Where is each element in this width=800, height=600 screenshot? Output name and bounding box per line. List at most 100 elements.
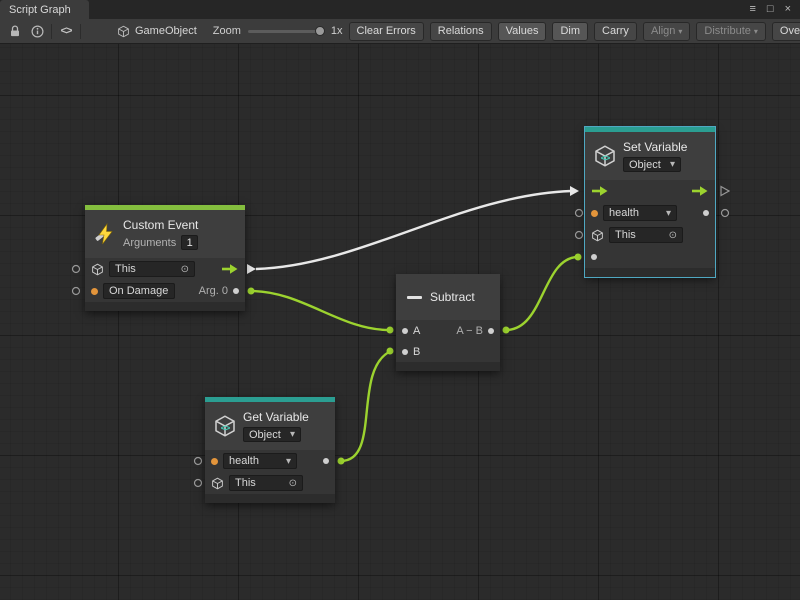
cube-icon <box>211 477 224 490</box>
object-picker-icon[interactable]: ⊙ <box>669 230 677 241</box>
port-row-target: This ⊙ <box>85 258 245 280</box>
relations-button[interactable]: Relations <box>430 22 492 41</box>
tab-script-graph[interactable]: Script Graph <box>0 0 89 19</box>
window-maximize-icon[interactable]: □ <box>767 4 774 15</box>
target-value: This <box>615 229 636 241</box>
node-footer <box>85 302 245 311</box>
node-header: Custom Event Arguments 1 <box>85 210 245 258</box>
variable-name-dropdown[interactable]: health ▾ <box>223 453 297 469</box>
port-row-flow <box>585 180 715 202</box>
chevron-down-icon: ▾ <box>678 27 682 36</box>
output-port[interactable] <box>488 328 494 334</box>
cube-icon <box>115 23 131 39</box>
tab-bar: Script Graph ≡ □ × <box>0 0 800 19</box>
arguments-input[interactable]: 1 <box>181 235 198 250</box>
zoom-slider-handle[interactable] <box>315 26 325 36</box>
cube-icon <box>91 263 104 276</box>
node-custom-event[interactable]: Custom Event Arguments 1 This ⊙ On Dama <box>85 205 245 311</box>
align-button[interactable]: Align▾ <box>643 22 690 41</box>
lock-icon[interactable] <box>7 23 23 39</box>
variable-name-value: health <box>229 455 259 467</box>
string-port-icon[interactable] <box>91 288 98 295</box>
port-row-name: health ▾ <box>205 450 335 472</box>
subtract-icon <box>407 296 422 299</box>
carry-button[interactable]: Carry <box>594 22 637 41</box>
event-name-value: On Damage <box>109 285 168 297</box>
toolbar-separator <box>80 24 81 39</box>
port-row-b: B <box>396 341 500 362</box>
node-body: health ▾ This ⊙ <box>205 450 335 494</box>
variable-cube-icon: <> <box>213 414 237 438</box>
target-field[interactable]: This ⊙ <box>109 261 195 277</box>
gameobject-selector[interactable]: GameObject <box>115 23 197 39</box>
window-menu-icon[interactable]: ≡ <box>749 4 755 15</box>
cube-icon <box>591 229 604 242</box>
flow-in-port[interactable] <box>591 185 609 197</box>
graph-toolbar: <> GameObject Zoom 1x Clear Errors Relat… <box>0 19 800 44</box>
value-out-port[interactable] <box>323 458 329 464</box>
target-field[interactable]: This ⊙ <box>609 227 683 243</box>
node-footer <box>585 268 715 277</box>
chevron-down-icon: ▾ <box>670 159 675 170</box>
flow-out-port[interactable] <box>221 263 239 275</box>
string-port-icon[interactable] <box>591 210 598 217</box>
node-header: Subtract <box>396 274 500 320</box>
distribute-button[interactable]: Distribute ▾ <box>696 22 765 41</box>
clear-errors-button[interactable]: Clear Errors <box>349 22 424 41</box>
node-title: Subtract <box>430 290 475 304</box>
input-b-label: B <box>413 346 420 358</box>
node-body: A A − B B <box>396 320 500 362</box>
distribute-label: Distribute <box>704 25 750 37</box>
node-body: health ▾ This ⊙ <box>585 180 715 268</box>
node-footer <box>396 362 500 371</box>
node-footer <box>205 494 335 503</box>
node-title: Set Variable <box>623 140 687 154</box>
chevron-down-icon: ▾ <box>754 27 758 36</box>
tab-title: Script Graph <box>9 4 71 16</box>
target-field[interactable]: This ⊙ <box>229 475 303 491</box>
string-port-icon[interactable] <box>211 458 218 465</box>
input-a-port[interactable] <box>402 328 408 334</box>
toolbar-separator <box>51 24 52 39</box>
node-set-variable[interactable]: <> Set Variable Object ▾ health ▾ <box>585 127 715 277</box>
output-label: A − B <box>456 325 483 337</box>
object-picker-icon[interactable]: ⊙ <box>289 478 297 489</box>
node-title: Custom Event <box>123 218 198 232</box>
gameobject-label: GameObject <box>135 25 197 37</box>
port-row-a: A A − B <box>396 320 500 341</box>
zoom-slider[interactable] <box>248 30 324 33</box>
overview-button[interactable]: Overv <box>772 22 800 41</box>
window-controls: ≡ □ × <box>749 0 800 19</box>
target-value: This <box>235 477 256 489</box>
variable-kind-dropdown[interactable]: Object ▾ <box>243 427 301 442</box>
variable-kind-value: Object <box>629 159 661 171</box>
chevron-down-icon: ▾ <box>290 429 295 440</box>
node-header: <> Set Variable Object ▾ <box>585 132 715 180</box>
variable-kind-dropdown[interactable]: Object ▾ <box>623 157 681 172</box>
input-a-label: A <box>413 325 420 337</box>
window-close-icon[interactable]: × <box>785 4 791 15</box>
node-subtract[interactable]: Subtract A A − B B <box>396 274 500 371</box>
port-row-value-in <box>585 246 715 268</box>
value-in-port[interactable] <box>591 254 597 260</box>
code-icon[interactable]: <> <box>58 23 74 39</box>
arg0-out-port[interactable] <box>233 288 239 294</box>
object-picker-icon[interactable]: ⊙ <box>181 264 189 275</box>
values-button[interactable]: Values <box>498 22 547 41</box>
value-out-port[interactable] <box>703 210 709 216</box>
zoom-value: 1x <box>331 25 343 37</box>
chevron-down-icon: ▾ <box>286 456 291 467</box>
info-icon[interactable] <box>29 23 45 39</box>
node-body: This ⊙ On Damage Arg. 0 <box>85 258 245 302</box>
dim-button[interactable]: Dim <box>552 22 588 41</box>
event-name-field[interactable]: On Damage <box>103 283 175 299</box>
node-get-variable[interactable]: <> Get Variable Object ▾ health ▾ This <box>205 397 335 503</box>
node-header: <> Get Variable Object ▾ <box>205 402 335 450</box>
input-b-port[interactable] <box>402 349 408 355</box>
variable-name-dropdown[interactable]: health ▾ <box>603 205 677 221</box>
zoom-control: Zoom 1x <box>213 25 343 37</box>
variable-name-value: health <box>609 207 639 219</box>
flow-out-port[interactable] <box>691 185 709 197</box>
variable-kind-value: Object <box>249 429 281 441</box>
port-row-event: On Damage Arg. 0 <box>85 280 245 302</box>
